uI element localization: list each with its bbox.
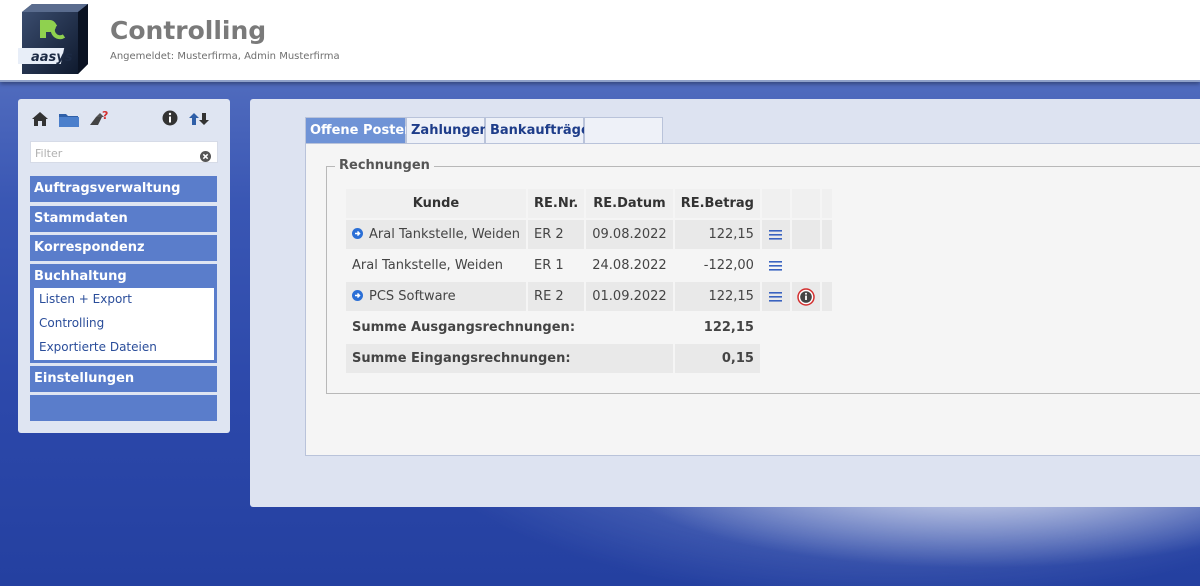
cell-nr: ER 1 — [528, 251, 585, 280]
cell-kunde: Aral Tankstelle, Weiden — [346, 251, 527, 280]
sidebar-toolbar: ? — [18, 99, 230, 139]
invoices-table: Kunde RE.Nr. RE.Datum RE.Betrag Aral Tan… — [344, 187, 834, 375]
cell-betrag: -122,00 — [674, 251, 760, 280]
tab-bankauftraege[interactable]: Bankaufträge — [485, 117, 590, 143]
clear-filter-icon[interactable] — [200, 147, 211, 162]
page-title: Controlling — [110, 16, 267, 45]
cell-kunde: Aral Tankstelle, Weiden — [346, 220, 527, 249]
menu-empty[interactable] — [30, 395, 217, 421]
folder-icon[interactable] — [58, 109, 79, 129]
menu-auftragsverwaltung[interactable]: Auftragsverwaltung — [30, 176, 217, 202]
menu-korrespondenz[interactable]: Korrespondenz — [30, 235, 217, 261]
sidebar: ? Auftragsverwaltung Stammdaten Korrespo… — [18, 99, 230, 433]
main-panel: Offene Posten Zahlungen Bankaufträge Rec… — [250, 99, 1200, 507]
table-row: Aral Tankstelle, Weiden ER 1 24.08.2022 … — [346, 251, 832, 280]
cell-nr: ER 2 — [528, 220, 585, 249]
info-icon[interactable] — [161, 109, 181, 129]
cell-extra — [821, 220, 832, 249]
app-header: aasys Controlling Angemeldet: Musterfirm… — [0, 0, 1200, 82]
column-header-datum: RE.Datum — [586, 189, 673, 218]
sum-in-value: 0,15 — [674, 344, 760, 373]
filter-field — [30, 141, 218, 164]
invoices-fieldset: Rechnungen Kunde RE.Nr. RE.Datum RE.Betr… — [326, 158, 1200, 394]
cell-kunde: PCS Software — [346, 282, 527, 311]
column-header-menu — [761, 189, 790, 218]
filter-input[interactable] — [31, 143, 195, 164]
sum-out-label: Summe Ausgangsrechnungen: — [346, 313, 673, 342]
arrow-right-icon[interactable] — [352, 227, 363, 239]
list-menu-icon[interactable] — [769, 260, 783, 271]
column-header-nr: RE.Nr. — [528, 189, 585, 218]
sum-out-row: Summe Ausgangsrechnungen: 122,15 — [346, 313, 832, 342]
tab-empty — [584, 117, 663, 143]
menu-einstellungen[interactable]: Einstellungen — [30, 366, 217, 392]
buchhaltung-submenu: Listen + Export Controlling Exportierte … — [34, 288, 214, 360]
sum-in-label: Summe Eingangsrechnungen: — [346, 344, 673, 373]
sum-out-value: 122,15 — [674, 313, 760, 342]
tab-offene-posten[interactable]: Offene Posten — [305, 117, 413, 143]
menu-stammdaten[interactable]: Stammdaten — [30, 206, 217, 232]
login-info: Angemeldet: Musterfirma, Admin Musterfir… — [110, 51, 340, 62]
refresh-icon[interactable] — [188, 109, 209, 129]
cell-menu — [761, 282, 790, 311]
sum-in-row: Summe Eingangsrechnungen: 0,15 — [346, 344, 832, 373]
list-menu-icon[interactable] — [769, 291, 783, 302]
svg-text:?: ? — [102, 109, 108, 122]
cell-extra — [821, 282, 832, 311]
cell-menu — [761, 220, 790, 249]
cell-datum: 24.08.2022 — [586, 251, 673, 280]
column-header-extra — [821, 189, 832, 218]
tab-zahlungen[interactable]: Zahlungen — [406, 117, 489, 143]
cell-datum: 09.08.2022 — [586, 220, 673, 249]
kunde-text: Aral Tankstelle, Weiden — [369, 227, 521, 242]
cell-betrag: 122,15 — [674, 220, 760, 249]
table-row: PCS Software RE 2 01.09.2022 122,15 — [346, 282, 832, 311]
invoices-legend: Rechnungen — [335, 158, 434, 173]
cell-info — [791, 251, 820, 280]
table-header-row: Kunde RE.Nr. RE.Datum RE.Betrag — [346, 189, 832, 218]
cell-menu — [761, 251, 790, 280]
cell-nr: RE 2 — [528, 282, 585, 311]
tab-content: Rechnungen Kunde RE.Nr. RE.Datum RE.Betr… — [305, 143, 1200, 456]
submenu-listen-export[interactable]: Listen + Export — [39, 292, 132, 306]
submenu-exportierte-dateien[interactable]: Exportierte Dateien — [39, 340, 157, 354]
arrow-right-icon[interactable] — [352, 289, 363, 301]
list-menu-icon[interactable] — [769, 229, 783, 240]
column-header-betrag: RE.Betrag — [674, 189, 760, 218]
cell-extra — [821, 251, 832, 280]
cell-betrag: 122,15 — [674, 282, 760, 311]
submenu-controlling[interactable]: Controlling — [39, 316, 104, 330]
kunde-text: PCS Software — [369, 289, 456, 304]
app-logo: aasys — [14, 2, 88, 74]
cell-info — [791, 220, 820, 249]
cell-datum: 01.09.2022 — [586, 282, 673, 311]
home-icon[interactable] — [30, 109, 50, 129]
logout-icon[interactable]: ? — [88, 109, 108, 129]
table-row: Aral Tankstelle, Weiden ER 2 09.08.2022 … — [346, 220, 832, 249]
svg-text:aasys: aasys — [31, 50, 73, 65]
column-header-info — [791, 189, 820, 218]
column-header-kunde: Kunde — [346, 189, 527, 218]
menu-buchhaltung-label: Buchhaltung — [34, 269, 127, 284]
info-icon[interactable] — [797, 287, 815, 306]
cell-info — [791, 282, 820, 311]
